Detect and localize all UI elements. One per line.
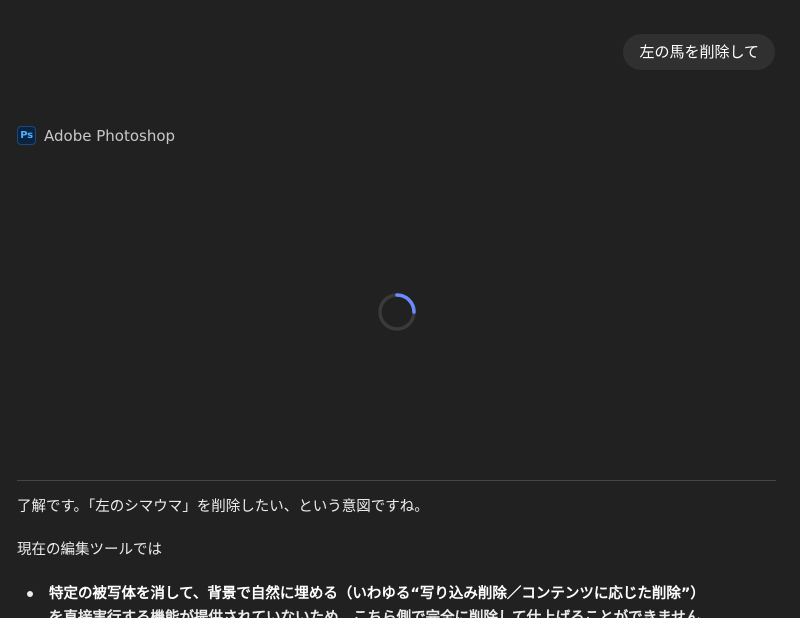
reply-paragraph: 了解です。「左のシマウマ」を削除したい、という意図ですね。 [17, 499, 429, 515]
reply-paragraph: 現在の編集ツールでは [17, 542, 162, 558]
app-name: Adobe Photoshop [44, 126, 176, 145]
user-message-bubble: 左の馬を削除して [623, 34, 775, 70]
list-item-text: 特定の被写体を消して、背景で自然に埋める（いわゆる“写り込み削除／コンテンツに応… [49, 586, 705, 602]
bullet-icon [27, 591, 33, 597]
list-item: を直接実行する機能が提供されていないため、こちら側で完全に削除して仕上げることが… [49, 606, 715, 618]
app-header: Ps Adobe Photoshop [17, 126, 175, 145]
photoshop-app-panel[interactable] [17, 160, 776, 480]
loading-spinner-icon [377, 292, 417, 332]
list-item: 特定の被写体を消して、背景で自然に埋める（いわゆる“写り込み削除／コンテンツに応… [27, 582, 715, 606]
divider [17, 480, 776, 481]
chat-page: 左の馬を削除して Ps Adobe Photoshop 了解です。「左のシマウマ… [0, 0, 800, 618]
photoshop-icon: Ps [17, 126, 36, 145]
list-item-text: を直接実行する機能が提供されていないため、こちら側で完全に削除して仕上げることが… [49, 610, 715, 618]
reply-bullet-list: 特定の被写体を消して、背景で自然に埋める（いわゆる“写り込み削除／コンテンツに応… [17, 582, 715, 618]
